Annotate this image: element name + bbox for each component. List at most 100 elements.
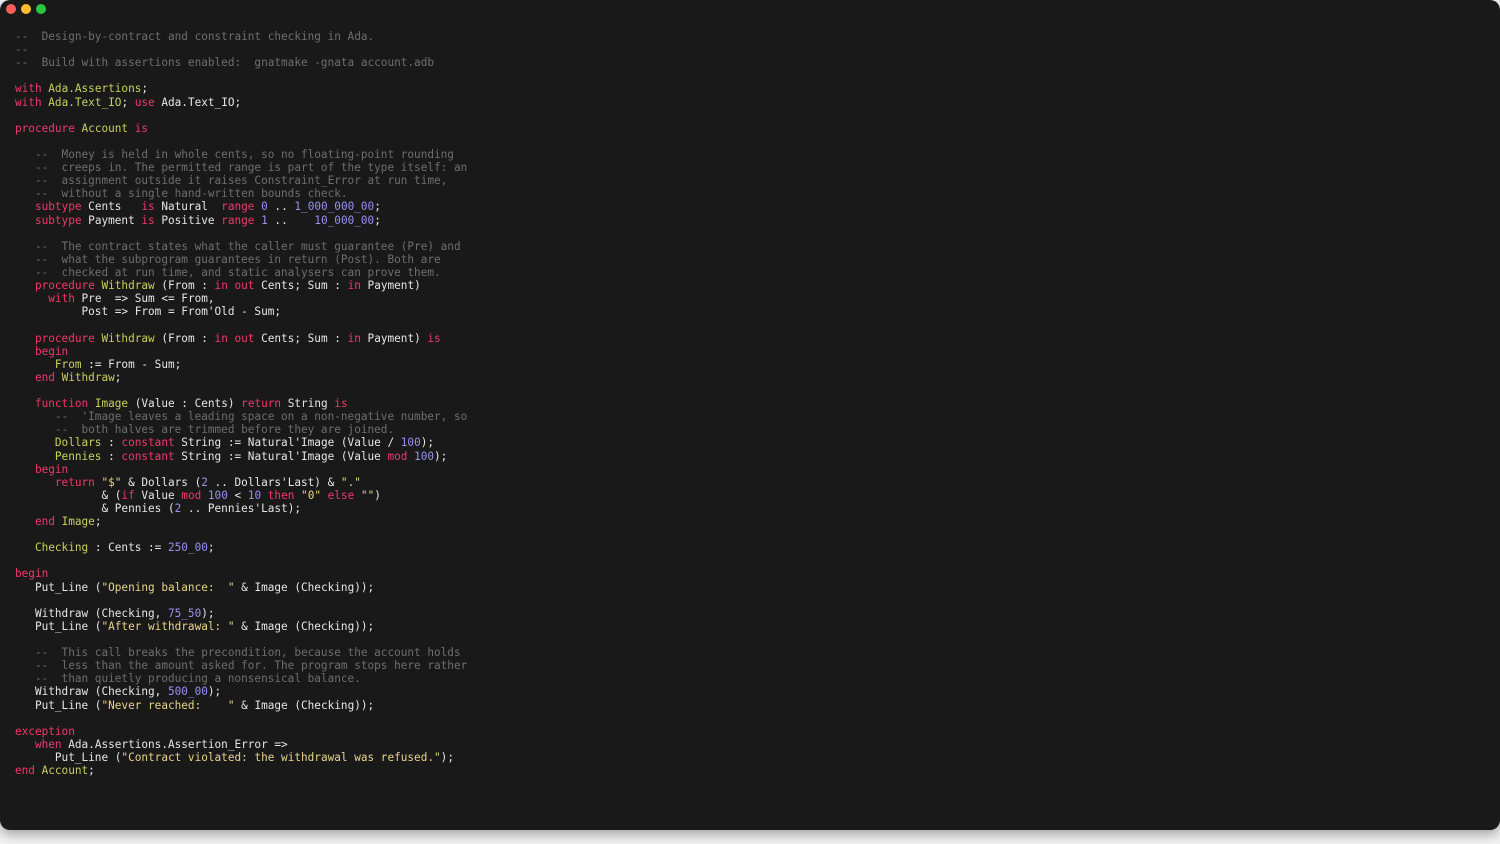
- plain-token: Ada.Text_IO;: [154, 95, 242, 109]
- string-token: "Never reached: ": [101, 698, 235, 712]
- number-token: 0: [261, 200, 268, 214]
- close-button[interactable]: [6, 4, 16, 14]
- code-line: -- both halves are trimmed before they a…: [15, 423, 467, 436]
- name-token: Account: [81, 121, 129, 135]
- code-line: Pennies : constant String := Natural'Ima…: [15, 450, 467, 463]
- code-line: Dollars : constant String := Natural'Ima…: [15, 436, 467, 449]
- name-token: Image: [94, 397, 129, 411]
- number-token: 10: [247, 488, 262, 502]
- plain-token: :: [101, 436, 122, 450]
- plain-token: ;: [88, 764, 95, 778]
- keyword-token: else: [327, 488, 355, 502]
- number-token: 100: [400, 436, 421, 450]
- keyword-token: subtype: [34, 200, 82, 214]
- plain-token: & Image (Checking));: [234, 619, 375, 633]
- number-token: 100: [207, 488, 228, 502]
- code-line: begin: [15, 345, 467, 358]
- code-line: with Ada.Text_IO; use Ada.Text_IO;: [15, 96, 467, 109]
- plain-token: & Image (Checking));: [234, 698, 375, 712]
- code-line: Put_Line ("Never reached: " & Image (Che…: [15, 699, 467, 712]
- plain-token: Put_Line (: [15, 751, 122, 765]
- plain-token: : Cents :=: [88, 541, 168, 555]
- name-token: Dollars: [54, 436, 102, 450]
- code-line: From := From - Sum;: [15, 358, 467, 371]
- code-line: -- checked at run time, and static analy…: [15, 266, 467, 279]
- plain-token: ;: [94, 515, 102, 529]
- code-area[interactable]: -- Design-by-contract and constraint che…: [15, 30, 467, 777]
- code-line: -- what the subprogram guarantees in ret…: [15, 253, 467, 266]
- plain-token: Withdraw (Checking,: [15, 685, 168, 699]
- keyword-token: mod: [181, 488, 202, 502]
- plain-token: ;: [114, 370, 122, 384]
- plain-token: ): [374, 488, 381, 502]
- comment-token: --: [15, 43, 29, 57]
- maximize-button[interactable]: [36, 4, 46, 14]
- code-line: Withdraw (Checking, 75_50);: [15, 607, 467, 620]
- keyword-token: range: [221, 200, 255, 214]
- code-line: exception: [15, 725, 467, 738]
- keyword-token: return: [54, 475, 95, 489]
- name-token: Account: [41, 764, 89, 778]
- comment-token: -- This call breaks the precondition, be…: [15, 646, 461, 660]
- comment-token: -- both halves are trimmed before they a…: [15, 423, 395, 437]
- code-line: function Image (Value : Cents) return St…: [15, 397, 467, 410]
- number-token: 75_50: [167, 606, 202, 620]
- keyword-token: end: [15, 764, 35, 778]
- string-token: "Contract violated: the withdrawal was r…: [121, 751, 441, 765]
- plain-token: & Image (Checking));: [234, 580, 375, 594]
- number-token: 100: [414, 449, 435, 463]
- editor-window: -- Design-by-contract and constraint che…: [0, 0, 1500, 830]
- code-line: & (if Value mod 100 < 10 then "0" else "…: [15, 489, 467, 502]
- code-line: end Account;: [15, 764, 467, 777]
- code-line: Withdraw (Checking, 500_00);: [15, 685, 467, 698]
- code-line: -- than quietly producing a nonsensical …: [15, 672, 467, 685]
- keyword-token: end: [34, 515, 55, 529]
- name-token: Withdraw: [101, 279, 155, 293]
- code-line: -- The contract states what the caller m…: [15, 240, 467, 253]
- string-token: "": [360, 488, 375, 502]
- plain-token: Withdraw (Checking,: [15, 606, 168, 620]
- plain-token: (From :: [154, 279, 215, 293]
- name-token: Withdraw: [101, 331, 155, 345]
- plain-token: Cents; Sum :: [254, 279, 348, 293]
- comment-token: -- what the subprogram guarantees in ret…: [15, 252, 441, 266]
- string-token: "0": [301, 488, 321, 502]
- code-line: -- assignment outside it raises Constrai…: [15, 174, 467, 187]
- name-token: Image: [61, 515, 95, 529]
- comment-token: -- checked at run time, and static analy…: [15, 265, 441, 279]
- plain-token: Positive: [154, 213, 222, 227]
- minimize-button[interactable]: [21, 4, 31, 14]
- plain-token: Payment: [81, 213, 142, 227]
- keyword-token: in: [347, 331, 361, 345]
- plain-token: & Dollars (: [121, 475, 202, 489]
- string-token: "After withdrawal: ": [101, 619, 235, 633]
- code-line: Post => From = From'Old - Sum;: [15, 305, 467, 318]
- code-line: -- This call breaks the precondition, be…: [15, 646, 467, 659]
- plain-token: <: [227, 488, 248, 502]
- code-line: procedure Account is: [15, 122, 467, 135]
- keyword-token: when: [34, 737, 62, 751]
- string-token: "Opening balance: ": [101, 580, 235, 594]
- plain-token: Natural: [154, 200, 222, 214]
- keyword-token: begin: [15, 567, 49, 581]
- comment-token: -- The contract states what the caller m…: [15, 239, 461, 253]
- code-line: return "$" & Dollars (2 .. Dollars'Last)…: [15, 476, 467, 489]
- keyword-token: mod: [387, 449, 408, 463]
